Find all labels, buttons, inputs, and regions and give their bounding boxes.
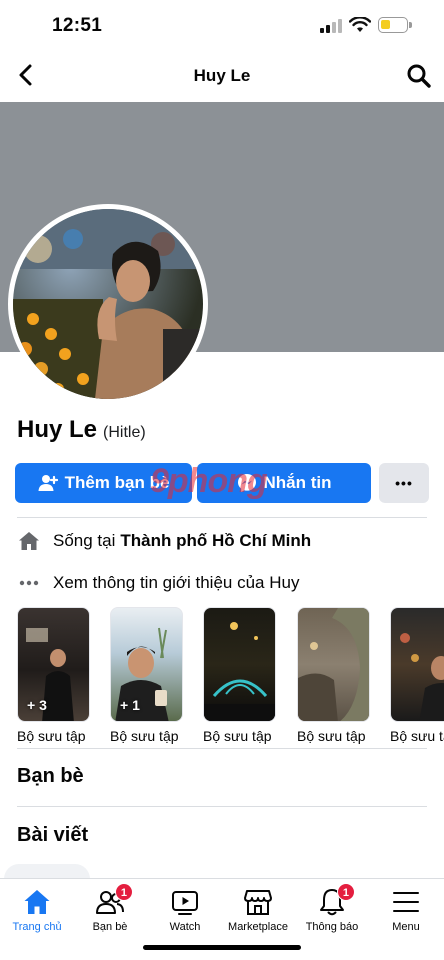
tab-label: Trang chủ: [12, 921, 62, 933]
lives-in-row: Sống tại Thành phố Hồ Chí Minh: [17, 529, 311, 553]
tab-label: Bạn bè: [92, 921, 128, 933]
messenger-icon: [237, 474, 256, 492]
tab-menu[interactable]: Menu: [366, 885, 444, 941]
divider: [17, 806, 427, 807]
bell-icon: 1: [317, 883, 355, 917]
collection-label: Bộ sưu tập: [390, 728, 444, 744]
add-friend-label: Thêm bạn bè: [64, 473, 170, 492]
status-bar: 12:51: [0, 0, 444, 50]
profile-name: Huy Le: [17, 416, 98, 443]
profile-photo: [13, 209, 203, 399]
collection-count: + 3: [27, 697, 47, 713]
collection-label: Bộ sưu tập: [110, 728, 179, 744]
page-title: Huy Le: [193, 66, 251, 85]
nav-header: Huy Le: [0, 50, 444, 102]
battery-level: [381, 20, 390, 29]
collection-thumbnail: [400, 633, 444, 721]
notification-badge: 1: [114, 883, 133, 901]
collection-item[interactable]: + 1 Bộ sưu tập: [110, 607, 183, 744]
tab-watch[interactable]: Watch: [145, 885, 225, 941]
message-button[interactable]: Nhắn tin: [197, 463, 371, 503]
tab-label: Watch: [169, 921, 201, 933]
watch-icon: [170, 887, 200, 917]
home-indicator: [143, 945, 301, 950]
status-time: 12:51: [52, 15, 103, 36]
divider: [17, 748, 427, 749]
tab-friends[interactable]: 1 Bạn bè: [70, 883, 150, 941]
message-label: Nhắn tin: [263, 473, 332, 492]
tab-label: Marketplace: [228, 921, 288, 933]
friends-icon: 1: [95, 883, 133, 917]
notification-badge: 1: [336, 883, 355, 901]
home-icon: [22, 887, 52, 917]
collection-item[interactable]: + 3 Bộ sưu tập: [17, 607, 90, 744]
marketplace-icon: [243, 887, 273, 917]
profile-alternate-name: (Hitle): [103, 424, 146, 441]
more-dots-icon: •••: [395, 475, 413, 491]
menu-icon: [391, 887, 421, 917]
collection-item[interactable]: Bộ sưu tập: [297, 607, 370, 744]
tab-home[interactable]: Trang chủ: [0, 885, 77, 941]
collection-label: Bộ sưu tập: [17, 728, 86, 744]
see-about-row[interactable]: Xem thông tin giới thiệu của Huy: [17, 571, 299, 595]
tab-marketplace[interactable]: Marketplace: [218, 885, 298, 941]
lives-in-city[interactable]: Thành phố Hồ Chí Minh: [120, 531, 311, 551]
add-friend-icon: [38, 475, 58, 491]
tab-notifications[interactable]: 1 Thông báo: [292, 883, 372, 941]
collection-thumbnail: [298, 608, 369, 721]
collection-count: + 1: [120, 697, 140, 713]
collection-item[interactable]: Bộ sưu tập: [203, 607, 276, 744]
collection-item[interactable]: Bộ sưu tập: [390, 607, 444, 744]
tab-label: Thông báo: [305, 921, 359, 933]
see-about-label: Xem thông tin giới thiệu của Huy: [53, 573, 300, 592]
more-dots-icon: [17, 571, 41, 595]
battery-icon: [378, 17, 412, 33]
featured-collections: + 3 Bộ sưu tập + 1 Bộ sưu tập Bộ sưu tập…: [17, 607, 444, 747]
divider: [17, 517, 427, 518]
tab-label: Menu: [392, 921, 420, 933]
home-icon: [17, 529, 41, 553]
more-options-button[interactable]: •••: [379, 463, 429, 503]
collection-label: Bộ sưu tập: [297, 728, 366, 744]
lives-in-prefix: Sống tại: [53, 531, 116, 550]
posts-section-title: Bài viết: [17, 824, 89, 846]
friends-section-title[interactable]: Bạn bè: [17, 765, 84, 788]
profile-avatar[interactable]: [8, 204, 208, 404]
collection-thumbnail: [204, 622, 275, 721]
collection-label: Bộ sưu tập: [203, 728, 272, 744]
wifi-icon: [349, 17, 371, 32]
cellular-signal-icon: [320, 19, 342, 33]
add-friend-button[interactable]: Thêm bạn bè: [15, 463, 192, 503]
search-icon[interactable]: [406, 63, 432, 89]
